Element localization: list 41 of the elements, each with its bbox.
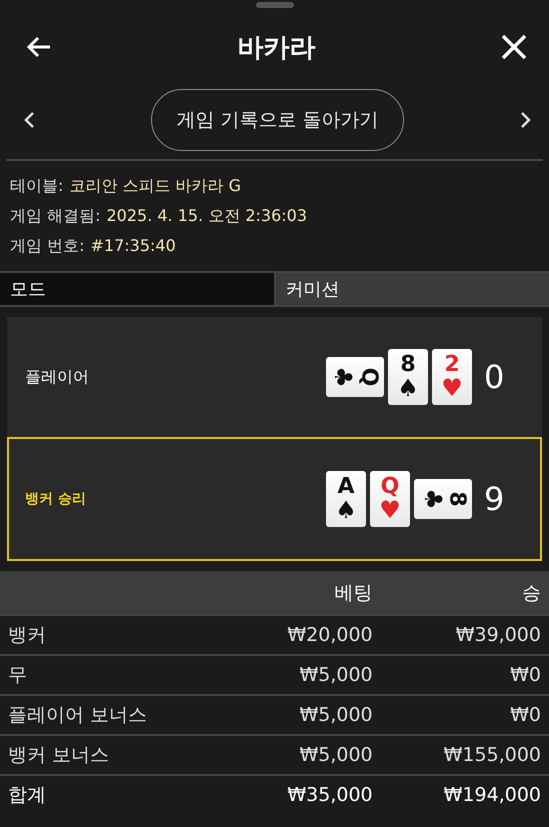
playing-card: 2 ♥ [432, 349, 472, 405]
back-to-history-button[interactable]: 게임 기록으로 돌아가기 [151, 89, 404, 151]
table-cell: 플레이어 보너스 [0, 695, 230, 735]
playing-card: ♣ Q [326, 357, 384, 397]
table-cell: ₩20,000 [230, 615, 381, 655]
table-cell: ₩0 [380, 695, 549, 735]
info-label: 테이블: [10, 176, 64, 197]
column-header: 승 [380, 571, 549, 615]
playing-card: Q ♥ [370, 471, 410, 527]
hand-score: 0 [483, 358, 506, 396]
info-value: 코리안 스피드 바카라 G [69, 176, 242, 197]
playing-card: ♣ 8 [414, 479, 472, 519]
info-value: #17:35:40 [90, 236, 176, 257]
table-cell: ₩5,000 [230, 655, 381, 695]
table-cell: 뱅커 보너스 [0, 735, 230, 775]
table-cell: ₩155,000 [380, 735, 549, 775]
page-title: 바카라 [238, 32, 316, 64]
hand-score: 9 [483, 480, 506, 518]
hand-name: 플레이어 [25, 366, 90, 388]
column-header: 베팅 [230, 571, 381, 615]
table-cell: ₩39,000 [380, 615, 549, 655]
total-cell: 합계 [0, 775, 230, 814]
total-cell: ₩194,000 [380, 775, 549, 814]
info-value: 2025. 4. 15. 오전 2:36:03 [106, 206, 308, 227]
playing-card: 8 ♠ [388, 349, 428, 405]
info-label: 게임 해결됨: [10, 206, 100, 227]
table-cell: 무 [0, 655, 230, 695]
playing-card: A ♠ [326, 471, 366, 527]
table-cell: 뱅커 [0, 615, 230, 655]
total-cell: ₩35,000 [230, 775, 381, 814]
info-label: 게임 번호: [10, 236, 84, 257]
table-cell: ₩0 [380, 655, 549, 695]
mode-value: 커미션 [276, 273, 549, 305]
hand-name: 뱅커 승리 [25, 490, 87, 508]
table-cell: ₩5,000 [230, 695, 381, 735]
table-cell: ₩5,000 [230, 735, 381, 775]
drag-handle[interactable] [256, 2, 294, 8]
close-icon[interactable] [499, 32, 529, 62]
mode-label: 모드 [0, 273, 276, 305]
chevron-right-icon[interactable] [519, 111, 533, 129]
chevron-left-icon[interactable] [22, 111, 36, 129]
